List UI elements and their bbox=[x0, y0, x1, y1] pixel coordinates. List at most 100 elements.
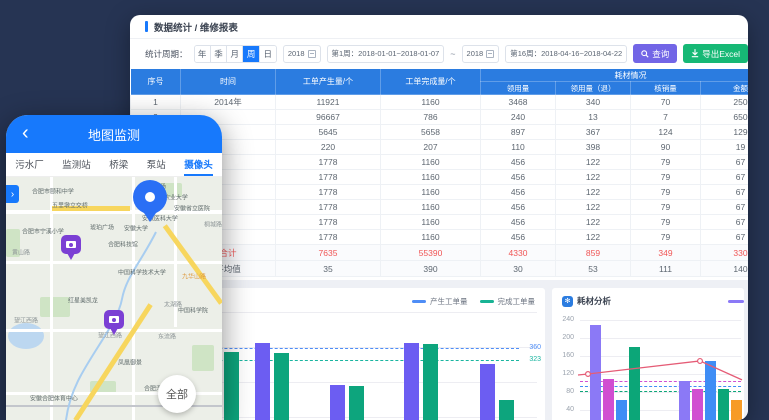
table-cell: 398 bbox=[556, 140, 631, 155]
chart-title-row: ✻ 耗材分析 bbox=[562, 295, 611, 307]
table-cell: 897 bbox=[481, 125, 556, 140]
table-row: 6177811604561227967 bbox=[131, 170, 749, 185]
table-cell: 67 bbox=[701, 215, 749, 230]
bar bbox=[731, 400, 742, 420]
export-excel-button[interactable]: 导出Excel bbox=[683, 44, 748, 63]
table-cell: 390 bbox=[381, 261, 481, 277]
table-cell: 1160 bbox=[381, 155, 481, 170]
period-option-周[interactable]: 周 bbox=[243, 46, 259, 62]
phone-tab-监测站[interactable]: 监测站 bbox=[62, 153, 91, 176]
table-cell: 4330 bbox=[481, 245, 556, 261]
selected-camera-pin[interactable] bbox=[133, 180, 167, 224]
table-row: 5177811604561227967 bbox=[131, 155, 749, 170]
start-week-value: 第1周：2018-01-01~2018-01-07 bbox=[332, 48, 440, 59]
bar bbox=[616, 400, 627, 420]
end-year-value: 2018 bbox=[467, 49, 484, 58]
query-button-label: 查询 bbox=[652, 48, 669, 60]
show-all-button[interactable]: 全部 bbox=[158, 375, 196, 413]
table-cell: 122 bbox=[556, 170, 631, 185]
table-cell: 129 bbox=[701, 125, 749, 140]
chart-legend-marker[interactable] bbox=[728, 300, 744, 303]
table-cell: 67 bbox=[701, 170, 749, 185]
col-header-consumables-group: 耗材情况 bbox=[481, 69, 749, 82]
table-row: 356455658897367124129 bbox=[131, 125, 749, 140]
table-cell: 5658 bbox=[381, 125, 481, 140]
map-view[interactable]: 合肥市颐和中学体育场安徽农业大学安徽省立医院桐城路五里墩立交桥合肥市宁溪小学琥珀… bbox=[6, 177, 222, 420]
y-axis-tick: 240 bbox=[552, 316, 574, 323]
table-cell: 2014年 bbox=[181, 95, 276, 110]
report-table: 序号 时间 工单产生量/个 工单完成量/个 耗材情况 领用量 领用量（退） 核销… bbox=[130, 68, 748, 277]
table-cell: 11921 bbox=[276, 95, 381, 110]
chart-title: 耗材分析 bbox=[577, 295, 611, 307]
breadcrumb-accent bbox=[145, 21, 148, 32]
table-cell: 19 bbox=[701, 140, 749, 155]
map-label: 合肥市颐和中学 bbox=[32, 186, 74, 195]
breadcrumb: 数据统计 / 维修报表 bbox=[154, 20, 238, 34]
end-year-select[interactable]: 2018 bbox=[462, 45, 500, 63]
table-cell: 1160 bbox=[381, 170, 481, 185]
map-label: 琥珀广场 bbox=[90, 222, 114, 231]
start-week-input[interactable]: 第1周：2018-01-01~2018-01-07 bbox=[327, 45, 445, 63]
period-option-月[interactable]: 月 bbox=[227, 46, 243, 62]
phone-tab-摄像头[interactable]: 摄像头 bbox=[184, 153, 213, 176]
phone-tab-泵站[interactable]: 泵站 bbox=[147, 153, 166, 176]
screen: 数据统计 / 维修报表 统计周期： 年季月周日 2018 第1周：2018-01… bbox=[0, 0, 769, 420]
y-axis-tick: 200 bbox=[552, 334, 574, 341]
period-option-日[interactable]: 日 bbox=[260, 46, 276, 62]
table-cell: 650 bbox=[701, 110, 749, 125]
period-label: 统计周期： bbox=[145, 48, 188, 60]
map-label: 安徽省立医院 bbox=[174, 203, 210, 212]
bar bbox=[590, 325, 601, 420]
bar bbox=[679, 381, 690, 420]
table-cell: 55390 bbox=[381, 245, 481, 261]
start-year-value: 2018 bbox=[288, 49, 305, 58]
table-cell: 1160 bbox=[381, 185, 481, 200]
map-label: 安徽大学 bbox=[124, 223, 148, 232]
table-cell: 1778 bbox=[276, 170, 381, 185]
period-option-年[interactable]: 年 bbox=[195, 46, 211, 62]
table-cell: 456 bbox=[481, 170, 556, 185]
range-separator: ~ bbox=[450, 49, 455, 59]
table-cell: 7 bbox=[631, 110, 701, 125]
legend-item[interactable]: 产生工单量 bbox=[412, 296, 468, 307]
table-cell: 79 bbox=[631, 215, 701, 230]
table-cell: 1160 bbox=[381, 215, 481, 230]
camera-icon bbox=[61, 235, 81, 254]
phone-tab-污水厂[interactable]: 污水厂 bbox=[15, 153, 44, 176]
table-cell: 367 bbox=[556, 125, 631, 140]
camera-marker[interactable] bbox=[61, 235, 81, 261]
average-line-label: 360 bbox=[529, 344, 541, 351]
panel-expander[interactable]: › bbox=[6, 185, 19, 203]
table-cell: 96667 bbox=[276, 110, 381, 125]
map-label: 合肥市宁溪小学 bbox=[22, 226, 64, 235]
col-header-amount: 金额 bbox=[701, 82, 749, 95]
y-axis-tick: 80 bbox=[552, 388, 574, 395]
bar bbox=[349, 386, 364, 420]
legend-item[interactable]: 完成工单量 bbox=[480, 296, 536, 307]
table-cell: 67 bbox=[701, 230, 749, 245]
phone-tab-桥梁[interactable]: 桥梁 bbox=[109, 153, 128, 176]
map-label: 黄山路 bbox=[12, 247, 30, 256]
back-icon[interactable]: ‹ bbox=[22, 121, 29, 145]
table-cell: 1778 bbox=[276, 230, 381, 245]
start-year-select[interactable]: 2018 bbox=[283, 45, 321, 63]
query-button[interactable]: 查询 bbox=[633, 44, 677, 63]
table-row: 9177811604561227967 bbox=[131, 215, 749, 230]
end-week-input[interactable]: 第16周：2018-04-16~2018-04-22 bbox=[505, 45, 627, 63]
export-button-label: 导出Excel bbox=[702, 48, 740, 60]
col-header-returned: 领用量（退） bbox=[556, 82, 631, 95]
col-header-completed: 工单完成量/个 bbox=[381, 69, 481, 95]
phone-overlay: ‹ 地图监测 污水厂监测站桥梁泵站摄像头 合肥市颐和中 bbox=[6, 115, 222, 420]
table-cell: 1 bbox=[131, 95, 181, 110]
table-cell: 111 bbox=[631, 261, 701, 277]
table-cell: 456 bbox=[481, 215, 556, 230]
chart-icon: ✻ bbox=[562, 296, 573, 307]
phone-tab-bar: 污水厂监测站桥梁泵站摄像头 bbox=[6, 153, 222, 177]
calendar-icon bbox=[308, 50, 316, 58]
camera-marker[interactable] bbox=[104, 310, 124, 336]
table-cell: 456 bbox=[481, 200, 556, 215]
table-row: 296667786240137650 bbox=[131, 110, 749, 125]
total-row: 合计7635553904330859349330 bbox=[131, 245, 749, 261]
chart-legend: 产生工单量 完成工单量 bbox=[412, 296, 535, 307]
period-option-季[interactable]: 季 bbox=[211, 46, 227, 62]
